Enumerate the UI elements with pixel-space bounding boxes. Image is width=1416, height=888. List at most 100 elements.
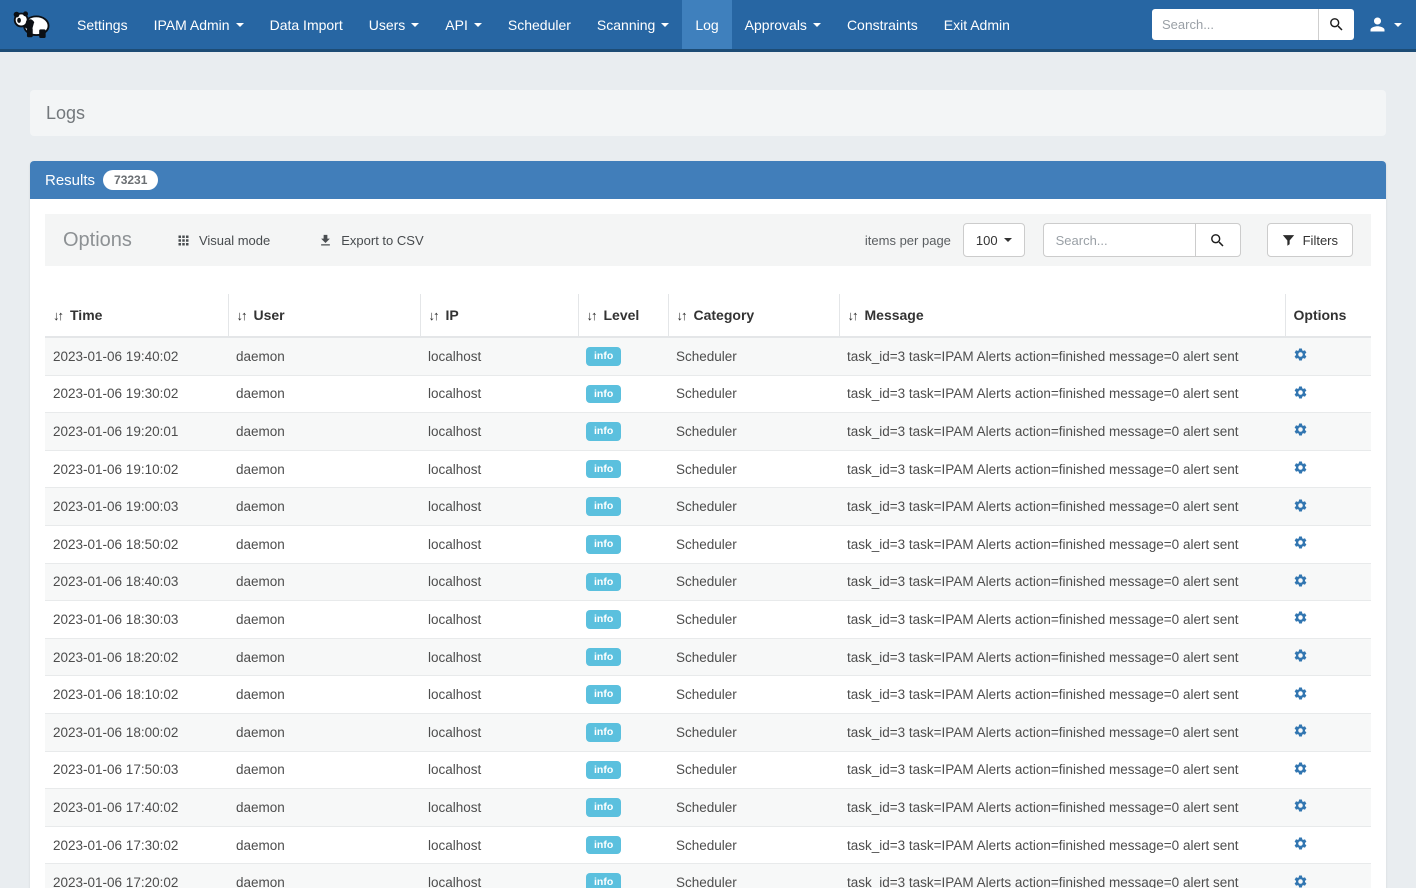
user-icon	[1367, 14, 1388, 35]
toolbar-right: items per page 100 Filters	[865, 223, 1353, 257]
row-settings-gear[interactable]	[1293, 460, 1308, 475]
table-search	[1043, 223, 1241, 257]
cell-level: info	[578, 676, 668, 714]
nav-item-scheduler[interactable]: Scheduler	[495, 0, 584, 49]
cell-time: 2023-01-06 18:10:02	[45, 676, 228, 714]
nav-item-users[interactable]: Users	[356, 0, 433, 49]
row-settings-gear[interactable]	[1293, 761, 1308, 776]
cell-user: daemon	[228, 413, 420, 451]
cell-user: daemon	[228, 676, 420, 714]
results-count-badge: 73231	[103, 170, 158, 190]
cell-category: Scheduler	[668, 751, 839, 789]
navbar-search-button[interactable]	[1318, 9, 1354, 40]
cell-ip: localhost	[420, 789, 578, 827]
cell-level: info	[578, 525, 668, 563]
items-per-page-dropdown[interactable]: 100	[963, 223, 1025, 257]
cell-category: Scheduler	[668, 337, 839, 375]
funnel-icon	[1282, 234, 1295, 246]
visual-mode-button[interactable]: Visual mode	[176, 233, 270, 248]
table-row: 2023-01-06 17:40:02daemonlocalhostinfoSc…	[45, 789, 1371, 827]
nav-item-settings[interactable]: Settings	[64, 0, 141, 49]
brand-logo[interactable]	[0, 0, 64, 49]
cell-ip: localhost	[420, 751, 578, 789]
gear-icon	[1293, 874, 1308, 888]
visual-mode-label: Visual mode	[199, 233, 270, 248]
nav-item-label: Scheduler	[508, 17, 571, 33]
row-settings-gear[interactable]	[1293, 498, 1308, 513]
sort-icon	[677, 307, 694, 323]
table-search-button[interactable]	[1195, 223, 1241, 257]
chevron-down-icon	[411, 23, 419, 27]
cell-category: Scheduler	[668, 789, 839, 827]
cell-user: daemon	[228, 450, 420, 488]
chevron-down-icon	[236, 23, 244, 27]
cell-user: daemon	[228, 789, 420, 827]
row-settings-gear[interactable]	[1293, 347, 1308, 362]
column-header-ip[interactable]: IP	[420, 294, 578, 337]
level-badge: info	[586, 460, 621, 479]
gear-icon	[1293, 798, 1308, 813]
row-settings-gear[interactable]	[1293, 385, 1308, 400]
row-settings-gear[interactable]	[1293, 648, 1308, 663]
cell-time: 2023-01-06 18:30:03	[45, 601, 228, 639]
nav-item-label: Data Import	[270, 17, 343, 33]
cell-options	[1285, 563, 1371, 601]
row-settings-gear[interactable]	[1293, 422, 1308, 437]
cell-options	[1285, 337, 1371, 375]
cell-message: task_id=3 task=IPAM Alerts action=finish…	[839, 601, 1285, 639]
row-settings-gear[interactable]	[1293, 874, 1308, 888]
table-search-input[interactable]	[1043, 223, 1195, 257]
column-header-message[interactable]: Message	[839, 294, 1285, 337]
cell-options	[1285, 488, 1371, 526]
cell-message: task_id=3 task=IPAM Alerts action=finish…	[839, 638, 1285, 676]
cell-message: task_id=3 task=IPAM Alerts action=finish…	[839, 826, 1285, 864]
cell-user: daemon	[228, 638, 420, 676]
cell-user: daemon	[228, 713, 420, 751]
row-settings-gear[interactable]	[1293, 573, 1308, 588]
level-badge: info	[586, 873, 621, 888]
row-settings-gear[interactable]	[1293, 798, 1308, 813]
nav-item-log[interactable]: Log	[682, 0, 731, 49]
nav-item-exit-admin[interactable]: Exit Admin	[931, 0, 1023, 49]
grid-icon	[176, 233, 191, 248]
cell-options	[1285, 826, 1371, 864]
cell-level: info	[578, 864, 668, 888]
nav-item-scanning[interactable]: Scanning	[584, 0, 682, 49]
navbar-search	[1152, 9, 1354, 40]
column-header-level[interactable]: Level	[578, 294, 668, 337]
cell-ip: localhost	[420, 375, 578, 413]
filters-button[interactable]: Filters	[1267, 223, 1353, 257]
row-settings-gear[interactable]	[1293, 836, 1308, 851]
nav-item-label: IPAM Admin	[154, 17, 230, 33]
row-settings-gear[interactable]	[1293, 723, 1308, 738]
level-badge: info	[586, 723, 621, 742]
nav-item-data-import[interactable]: Data Import	[257, 0, 356, 49]
cell-ip: localhost	[420, 864, 578, 888]
column-header-time[interactable]: Time	[45, 294, 228, 337]
filters-label: Filters	[1303, 233, 1338, 248]
sort-icon	[53, 307, 70, 323]
row-settings-gear[interactable]	[1293, 686, 1308, 701]
cell-ip: localhost	[420, 525, 578, 563]
user-menu[interactable]	[1367, 14, 1402, 35]
row-settings-gear[interactable]	[1293, 610, 1308, 625]
export-csv-button[interactable]: Export to CSV	[318, 233, 423, 248]
nav-item-approvals[interactable]: Approvals	[732, 0, 834, 49]
cell-level: info	[578, 450, 668, 488]
chevron-down-icon	[1004, 238, 1012, 242]
sort-icon	[848, 307, 865, 323]
nav-item-constraints[interactable]: Constraints	[834, 0, 931, 49]
column-header-category[interactable]: Category	[668, 294, 839, 337]
nav-item-api[interactable]: API	[432, 0, 495, 49]
cell-time: 2023-01-06 19:20:01	[45, 413, 228, 451]
navbar-search-input[interactable]	[1152, 9, 1318, 40]
table-row: 2023-01-06 19:20:01daemonlocalhostinfoSc…	[45, 413, 1371, 451]
column-header-user[interactable]: User	[228, 294, 420, 337]
nav-item-ipam-admin[interactable]: IPAM Admin	[141, 0, 257, 49]
top-navbar: Settings IPAM Admin Data Import UsersAPI Sch…	[0, 0, 1416, 52]
cell-category: Scheduler	[668, 525, 839, 563]
row-settings-gear[interactable]	[1293, 535, 1308, 550]
column-label: Message	[865, 307, 924, 323]
cell-user: daemon	[228, 525, 420, 563]
cell-message: task_id=3 task=IPAM Alerts action=finish…	[839, 488, 1285, 526]
